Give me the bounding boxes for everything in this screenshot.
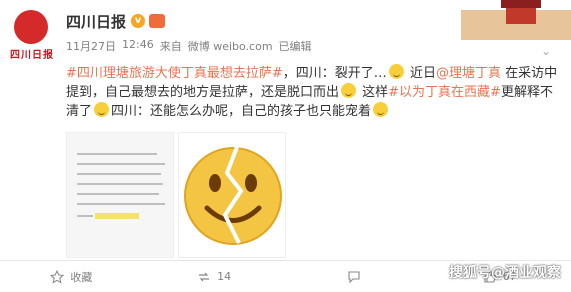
chevron-down-icon[interactable]: ⌄	[539, 44, 553, 58]
post-meta: 11月27日 12:46 来自 微博 weibo.com 已编辑	[66, 38, 312, 54]
avatar-logo-text: 四川日报	[10, 50, 54, 61]
decorative-card-art	[461, 0, 571, 40]
comment-button[interactable]	[286, 261, 429, 292]
cracked-smiley-image[interactable]	[178, 132, 286, 258]
favorite-button[interactable]: 收藏	[0, 261, 143, 292]
repost-count: 14	[217, 270, 232, 283]
emoji-icon	[373, 102, 389, 117]
source-prefix: 来自	[159, 40, 182, 53]
repost-icon	[197, 270, 211, 284]
star-icon	[50, 269, 65, 284]
name-row: 四川日报 v	[66, 10, 166, 32]
cracked-smiley-icon	[184, 146, 282, 245]
post-header: 四川日报 四川日报 v 11月27日 12:46 来自 微博 weibo.com…	[0, 0, 571, 61]
post-content: #四川理塘旅游大使丁真最想去拉萨#，四川：裂开了… 近日@理塘丁真 在采访中提到…	[66, 64, 564, 121]
comment-icon	[347, 270, 361, 284]
post-source: 微博 weibo.com	[187, 40, 273, 53]
post-text: 近日	[405, 66, 436, 81]
hashtag-link[interactable]: #以为丁真在西藏#	[388, 85, 501, 100]
source-watermark: 搜狐号@酒业观察	[449, 265, 561, 281]
post-text: 这样	[358, 85, 389, 100]
hashtag-link[interactable]: #四川理塘旅游大使丁真最想去拉萨#	[66, 66, 283, 81]
verified-icon: v	[131, 14, 146, 28]
favorite-label: 收藏	[70, 270, 93, 284]
newspaper-logo-icon	[14, 10, 48, 44]
post-media	[66, 132, 286, 258]
article-screenshot-image[interactable]	[66, 132, 174, 258]
member-badge-icon	[149, 14, 166, 28]
emoji-icon	[388, 64, 404, 79]
post-text: 四川：还能怎么办呢，自己的孩子也只能宠着	[111, 104, 372, 119]
emoji-icon	[94, 102, 110, 117]
emoji-icon	[341, 83, 357, 98]
post-date[interactable]: 11月27日	[66, 38, 116, 54]
post-text: ，四川：裂开了…	[282, 66, 387, 81]
repost-button[interactable]: 14	[143, 261, 286, 292]
edited-label[interactable]: 已编辑	[279, 38, 312, 54]
post-time[interactable]: 12:46	[122, 38, 154, 54]
account-name[interactable]: 四川日报	[66, 11, 126, 32]
avatar[interactable]: 四川日报	[6, 8, 58, 61]
mention-link[interactable]: @理塘丁真	[436, 66, 501, 81]
